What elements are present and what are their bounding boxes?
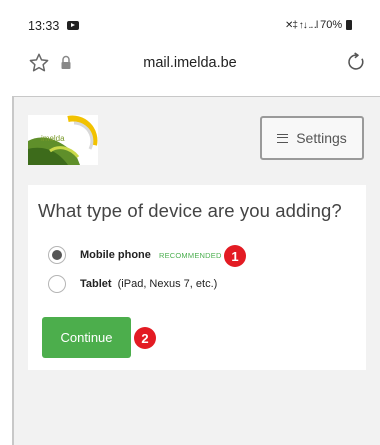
annotation-marker-2: 2 (134, 327, 156, 349)
battery-level: 70% (320, 19, 343, 31)
tablet-radio[interactable] (48, 275, 66, 293)
continue-button[interactable]: Continue (42, 317, 131, 358)
menu-icon (277, 133, 289, 143)
tablet-text: Tablet (80, 278, 112, 290)
tablet-detail: (iPad, Nexus 7, etc.) (117, 278, 218, 290)
mobile-phone-text: Mobile phone (80, 249, 151, 261)
video-notification-icon (67, 21, 79, 30)
option-tablet[interactable]: Tablet (iPad, Nexus 7, etc.) (48, 273, 217, 295)
reload-icon[interactable] (345, 51, 367, 73)
settings-button[interactable]: Settings (260, 116, 364, 160)
option-mobile-phone[interactable]: Mobile phone RECOMMENDED (48, 244, 222, 266)
tablet-label: Tablet (iPad, Nexus 7, etc.) (80, 278, 217, 290)
recommended-badge: RECOMMENDED (158, 251, 222, 260)
status-icons: ✕‡ ↑↓ .‥l 70% (285, 19, 353, 31)
logo-graphic: imelda (28, 115, 98, 165)
status-time: 13:33 (28, 19, 60, 33)
signal-icon: ✕‡ ↑↓ .‥l (285, 19, 318, 31)
device-type-title: What type of device are you adding? (38, 200, 342, 221)
annotation-marker-1: 1 (224, 245, 246, 267)
settings-label: Settings (296, 130, 347, 146)
mobile-phone-label: Mobile phone RECOMMENDED (80, 249, 222, 261)
battery-icon (346, 20, 353, 30)
imelda-logo: imelda (28, 115, 98, 165)
url-text[interactable]: mail.imelda.be (0, 55, 380, 71)
logo-text: imelda (41, 134, 65, 143)
status-bar: 13:33 ✕‡ ↑↓ .‥l 70% (0, 0, 380, 38)
mobile-phone-radio[interactable] (48, 246, 66, 264)
